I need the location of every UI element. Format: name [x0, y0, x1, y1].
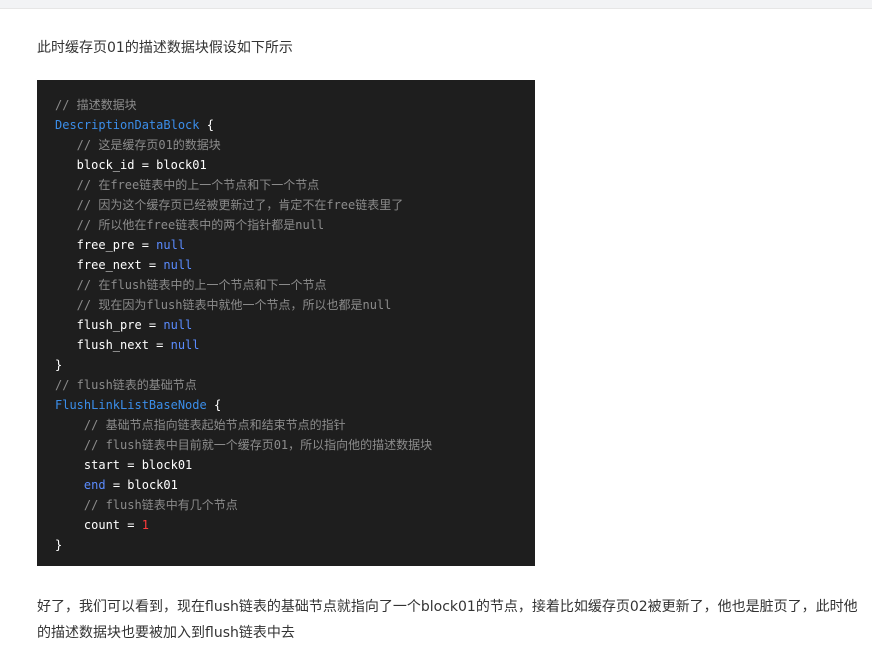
code-token: null — [156, 238, 186, 252]
code-line: free_pre = null — [55, 235, 535, 255]
code-token: null — [170, 338, 200, 352]
code-token: // flush链表的基础节点 — [55, 378, 197, 392]
code-line: } — [55, 355, 535, 375]
code-token: flush_next = — [55, 338, 171, 352]
outro-paragraph: 好了，我们可以看到，现在flush链表的基础节点就指向了一个block01的节点… — [37, 599, 858, 641]
code-token: // 所以他在free链表中的两个指针都是null — [55, 218, 325, 232]
code-line: flush_next = null — [55, 335, 535, 355]
code-line: block_id = block01 — [55, 155, 535, 175]
code-token: // 在free链表中的上一个节点和下一个节点 — [55, 178, 320, 192]
code-token: null — [163, 258, 193, 272]
code-token: // 因为这个缓存页已经被更新过了，肯定不在free链表里了 — [55, 198, 404, 212]
code-token: // flush链表中目前就一个缓存页01，所以指向他的描述数据块 — [55, 438, 433, 452]
code-token: } — [55, 358, 63, 372]
code-token: free_next = — [55, 258, 164, 272]
code-line: // 在flush链表中的上一个节点和下一个节点 — [55, 275, 535, 295]
code-token: end — [83, 478, 106, 492]
top-bar — [0, 0, 872, 9]
code-line: end = block01 — [55, 475, 535, 495]
code-token: count = — [55, 518, 142, 532]
code-line: // 因为这个缓存页已经被更新过了，肯定不在free链表里了 — [55, 195, 535, 215]
code-token: start = block01 — [55, 458, 193, 472]
code-token: 1 — [141, 518, 149, 532]
code-line: // 在free链表中的上一个节点和下一个节点 — [55, 175, 535, 195]
code-line: // 基础节点指向链表起始节点和结束节点的指针 — [55, 415, 535, 435]
code-token: // 在flush链表中的上一个节点和下一个节点 — [55, 278, 327, 292]
code-line: count = 1 — [55, 515, 535, 535]
code-token: null — [163, 318, 193, 332]
code-token: // 现在因为flush链表中就他一个节点，所以也都是null — [55, 298, 392, 312]
code-line: } — [55, 535, 535, 555]
code-line: // 描述数据块 — [55, 95, 535, 115]
code-block: // 描述数据块 DescriptionDataBlock { // 这是缓存页0… — [37, 80, 535, 566]
code-token: { — [206, 398, 222, 412]
code-token: free_pre = — [55, 238, 157, 252]
code-token: flush_pre = — [55, 318, 164, 332]
code-line: DescriptionDataBlock { — [55, 115, 535, 135]
code-line: flush_pre = null — [55, 315, 535, 335]
code-token: FlushLinkListBaseNode — [55, 398, 207, 412]
code-token: } — [55, 538, 63, 552]
code-line: start = block01 — [55, 455, 535, 475]
code-token: block_id = block01 — [55, 158, 207, 172]
code-line: free_next = null — [55, 255, 535, 275]
code-line: // flush链表中目前就一个缓存页01，所以指向他的描述数据块 — [55, 435, 535, 455]
code-line: // 这是缓存页01的数据块 — [55, 135, 535, 155]
code-token: // flush链表中有几个节点 — [55, 498, 238, 512]
code-line: // 现在因为flush链表中就他一个节点，所以也都是null — [55, 295, 535, 315]
code-line: // flush链表的基础节点 — [55, 375, 535, 395]
code-token: DescriptionDataBlock — [55, 118, 200, 132]
code-token: { — [199, 118, 214, 132]
code-token: = block01 — [105, 478, 178, 492]
code-token: // 这是缓存页01的数据块 — [55, 138, 221, 152]
code-token: // 基础节点指向链表起始节点和结束节点的指针 — [55, 418, 346, 432]
code-line: // flush链表中有几个节点 — [55, 495, 535, 515]
code-line: FlushLinkListBaseNode { — [55, 395, 535, 415]
code-line: // 所以他在free链表中的两个指针都是null — [55, 215, 535, 235]
code-token: // 描述数据块 — [55, 98, 137, 112]
intro-paragraph: 此时缓存页01的描述数据块假设如下所示 — [37, 40, 293, 56]
